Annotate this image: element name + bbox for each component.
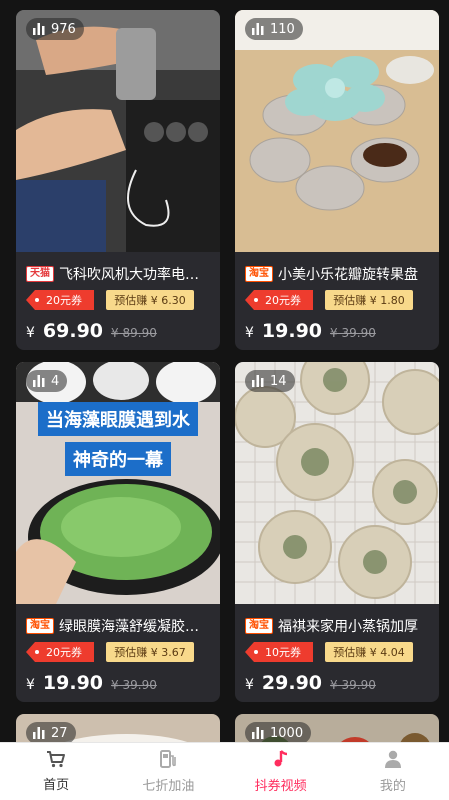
view-count: 1000 xyxy=(245,722,312,742)
product-card[interactable]: 976 天猫 飞科吹风机大功率电吹风机 20元券 预估赚 ¥ 6.30 ¥ 69… xyxy=(16,10,220,350)
earn-badge: 预估赚 ¥ 3.67 xyxy=(106,642,194,662)
currency-symbol: ¥ xyxy=(245,325,254,341)
currency-symbol: ¥ xyxy=(26,325,35,341)
view-count: 4 xyxy=(26,370,68,392)
earn-badge: 预估赚 ¥ 1.80 xyxy=(325,290,413,310)
product-image[interactable]: 27 xyxy=(16,714,220,742)
price: 29.90 xyxy=(261,672,323,694)
view-count-text: 1000 xyxy=(270,725,304,741)
platform-tag: 淘宝 xyxy=(26,618,54,634)
fuel-pump-icon xyxy=(160,750,177,768)
music-note-icon xyxy=(274,750,287,767)
price: 19.90 xyxy=(42,672,104,694)
bar-chart-icon xyxy=(33,727,45,739)
bar-chart-icon xyxy=(252,23,264,35)
product-image[interactable]: 14 xyxy=(235,362,439,604)
product-card[interactable]: 当海藻眼膜遇到水 神奇的一幕 4 淘宝 绿眼膜海藻舒缓凝胶眼贴 20元券 预估赚… xyxy=(16,362,220,702)
view-count: 976 xyxy=(26,18,84,40)
tab-mine-label: 我的 xyxy=(379,779,406,794)
original-price: ¥ 39.90 xyxy=(330,326,376,340)
thumb-caption-line-1: 当海藻眼膜遇到水 xyxy=(38,402,198,436)
product-title[interactable]: 福祺来家用小蒸锅加厚 xyxy=(278,616,418,636)
tab-fuel-label: 七折加油 xyxy=(142,779,195,794)
bar-chart-icon xyxy=(252,727,264,739)
coupon-badge: 20元券 xyxy=(26,642,94,662)
view-count-text: 110 xyxy=(270,21,295,37)
tab-mine[interactable]: 我的 xyxy=(337,743,449,800)
user-icon xyxy=(384,750,401,768)
bar-chart-icon xyxy=(252,375,264,387)
product-card[interactable]: 1000 xyxy=(235,714,439,742)
view-count: 27 xyxy=(26,722,76,742)
product-image[interactable]: 1000 xyxy=(235,714,439,742)
bar-chart-icon xyxy=(33,375,45,387)
tab-fuel[interactable]: 七折加油 xyxy=(112,743,224,800)
original-price: ¥ 89.90 xyxy=(111,326,157,340)
tab-video-label: 抖券视频 xyxy=(254,779,307,794)
price: 69.90 xyxy=(42,320,104,342)
platform-tag: 天猫 xyxy=(26,266,54,282)
price: 19.90 xyxy=(261,320,323,342)
product-title[interactable]: 飞科吹风机大功率电吹风机 xyxy=(59,264,212,284)
bottom-tab-bar: 首页 七折加油 抖券视频 我的 xyxy=(0,742,449,800)
tab-home[interactable]: 首页 xyxy=(0,743,112,800)
view-count: 14 xyxy=(245,370,295,392)
coupon-badge: 20元券 xyxy=(245,290,313,310)
product-grid: 976 天猫 飞科吹风机大功率电吹风机 20元券 预估赚 ¥ 6.30 ¥ 69… xyxy=(0,0,449,742)
tab-video[interactable]: 抖券视频 xyxy=(225,743,337,800)
product-title[interactable]: 小美小乐花瓣旋转果盘 xyxy=(278,264,418,284)
cart-icon xyxy=(47,751,66,768)
currency-symbol: ¥ xyxy=(26,677,35,693)
thumb-caption-line-2: 神奇的一幕 xyxy=(65,442,171,476)
earn-badge: 预估赚 ¥ 4.04 xyxy=(325,642,413,662)
view-count-text: 4 xyxy=(51,373,60,389)
platform-tag: 淘宝 xyxy=(245,266,273,282)
product-image[interactable]: 976 xyxy=(16,10,220,252)
product-title[interactable]: 绿眼膜海藻舒缓凝胶眼贴 xyxy=(59,616,212,636)
product-card[interactable]: 110 淘宝 小美小乐花瓣旋转果盘 20元券 预估赚 ¥ 1.80 ¥ 19.9… xyxy=(235,10,439,350)
original-price: ¥ 39.90 xyxy=(111,678,157,692)
product-image[interactable]: 当海藻眼膜遇到水 神奇的一幕 4 xyxy=(16,362,220,604)
view-count: 110 xyxy=(245,18,303,40)
tab-home-label: 首页 xyxy=(43,778,70,793)
coupon-badge: 10元券 xyxy=(245,642,313,662)
product-card[interactable]: 27 xyxy=(16,714,220,742)
view-count-text: 976 xyxy=(51,21,76,37)
product-card[interactable]: 14 淘宝 福祺来家用小蒸锅加厚 10元券 预估赚 ¥ 4.04 ¥ 29.90… xyxy=(235,362,439,702)
original-price: ¥ 39.90 xyxy=(330,678,376,692)
coupon-badge: 20元券 xyxy=(26,290,94,310)
bar-chart-icon xyxy=(33,23,45,35)
product-image[interactable]: 110 xyxy=(235,10,439,252)
platform-tag: 淘宝 xyxy=(245,618,273,634)
currency-symbol: ¥ xyxy=(245,677,254,693)
view-count-text: 14 xyxy=(270,373,287,389)
view-count-text: 27 xyxy=(51,725,68,741)
earn-badge: 预估赚 ¥ 6.30 xyxy=(106,290,194,310)
